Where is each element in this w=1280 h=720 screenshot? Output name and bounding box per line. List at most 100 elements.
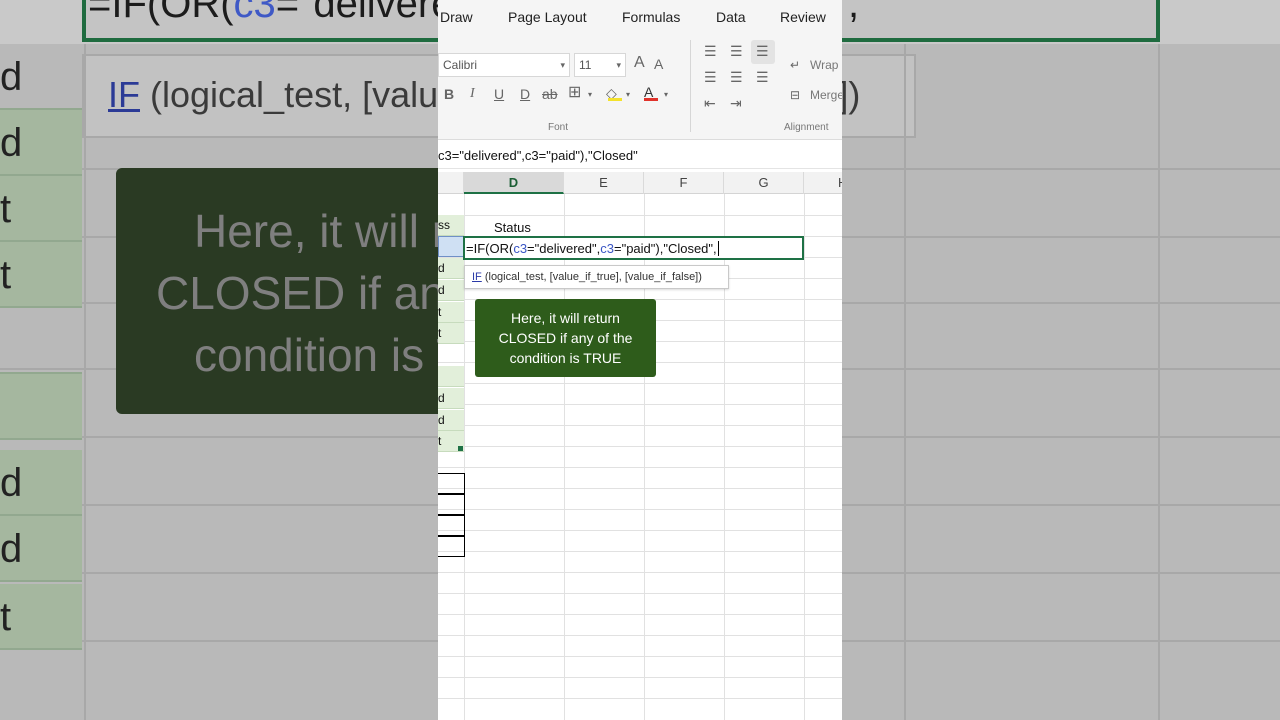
- gridline: [438, 446, 842, 447]
- decrease-indent-icon[interactable]: ⇤: [704, 94, 716, 112]
- strikethrough-button[interactable]: ab: [542, 85, 558, 103]
- gridline: [438, 530, 842, 531]
- table-cell[interactable]: ss: [438, 215, 464, 236]
- bg-cell: [0, 374, 82, 440]
- merge-icon[interactable]: ⊟: [790, 86, 800, 104]
- table-cell[interactable]: [438, 366, 464, 387]
- tab-review[interactable]: Review: [780, 9, 826, 25]
- wrap-text-label[interactable]: Wrap: [810, 56, 838, 74]
- bg-cell: d: [0, 44, 82, 110]
- bg-cell: t: [0, 242, 82, 308]
- font-name-value: Calibri: [443, 58, 478, 72]
- column-header-f[interactable]: F: [644, 172, 724, 194]
- tab-draw[interactable]: Draw: [440, 9, 473, 25]
- align-bottom-icon[interactable]: ☰: [756, 42, 769, 60]
- gridline: [438, 425, 842, 426]
- tab-page-layout[interactable]: Page Layout: [508, 9, 587, 25]
- tab-data[interactable]: Data: [716, 9, 746, 25]
- gridline: [438, 572, 842, 573]
- annotation-line: Here, it will return: [511, 310, 620, 326]
- column-header-d[interactable]: D: [464, 172, 564, 194]
- gridline: [438, 677, 842, 678]
- shrink-font-icon[interactable]: A: [654, 55, 663, 73]
- table-cell[interactable]: d: [438, 258, 464, 279]
- gridline: [438, 656, 842, 657]
- formula-bar-text[interactable]: c3="delivered",c3="paid"),"Closed": [438, 148, 638, 163]
- font-group-label: Font: [548, 122, 569, 133]
- table-cell[interactable]: [438, 344, 464, 365]
- bordered-cell[interactable]: [438, 536, 465, 557]
- chevron-down-icon[interactable]: ▾: [588, 86, 592, 104]
- font-size-value: 11: [579, 58, 592, 72]
- font-color-swatch: [644, 98, 658, 101]
- column-header-e[interactable]: E: [564, 172, 644, 194]
- ribbon-tabs: Draw Page Layout Formulas Data Review: [438, 0, 842, 36]
- align-middle-icon[interactable]: ☰: [730, 42, 743, 60]
- function-hint-link[interactable]: IF: [472, 271, 482, 283]
- font-name-select[interactable]: Calibri ▾: [438, 53, 570, 77]
- align-left-icon[interactable]: ☰: [704, 68, 717, 86]
- gridline: [438, 404, 842, 405]
- underline-button[interactable]: U: [494, 85, 504, 103]
- column-header-c[interactable]: [438, 172, 464, 194]
- bordered-cell[interactable]: [438, 515, 465, 536]
- bg-cell: t: [0, 176, 82, 242]
- table-cell[interactable]: d: [438, 410, 464, 431]
- gridline: [438, 488, 842, 489]
- align-top-icon[interactable]: ☰: [704, 42, 717, 60]
- ribbon: Draw Page Layout Formulas Data Review Ca…: [438, 0, 842, 140]
- bg-gridline: [84, 44, 86, 720]
- bordered-cell[interactable]: [438, 494, 465, 515]
- table-cell[interactable]: d: [438, 388, 464, 409]
- table-cell[interactable]: t: [438, 302, 464, 323]
- bg-cell: d: [0, 516, 82, 582]
- grow-font-icon[interactable]: A: [634, 54, 645, 72]
- gridline: [438, 551, 842, 552]
- gridline: [438, 614, 842, 615]
- gridline: [438, 215, 842, 216]
- chevron-down-icon[interactable]: ▾: [664, 86, 668, 104]
- table-cell[interactable]: d: [438, 280, 464, 301]
- function-hint-tooltip: IF (logical_test, [value_if_true], [valu…: [464, 265, 729, 289]
- chevron-down-icon[interactable]: ▾: [626, 86, 630, 104]
- bg-cell: d: [0, 110, 82, 176]
- active-cell-formula[interactable]: =IF(OR(c3="delivered",c3="paid"),"Closed…: [466, 241, 719, 256]
- double-underline-button[interactable]: D: [520, 85, 530, 103]
- font-size-select[interactable]: 11 ▾: [574, 53, 626, 77]
- gridline: [438, 467, 842, 468]
- merge-label[interactable]: Merge: [810, 86, 842, 104]
- borders-icon[interactable]: ⊞: [568, 84, 581, 102]
- wrap-text-icon[interactable]: ↵: [790, 56, 800, 74]
- gridline: [438, 698, 842, 699]
- align-right-icon[interactable]: ☰: [756, 68, 769, 86]
- bg-cell: t: [0, 584, 82, 650]
- table-cell[interactable]: t: [438, 323, 464, 344]
- column-headers: D E F G H: [438, 172, 842, 194]
- bg-gridline: [904, 44, 906, 720]
- gridline: [804, 194, 805, 720]
- increase-indent-icon[interactable]: ⇥: [730, 94, 742, 112]
- prev-column-header: ss: [438, 218, 450, 232]
- ribbon-separator: [690, 40, 691, 132]
- chevron-down-icon: ▾: [616, 60, 621, 70]
- table-cell[interactable]: [438, 236, 464, 257]
- align-center-icon[interactable]: ☰: [730, 68, 743, 86]
- formula-bar[interactable]: c3="delivered",c3="paid"),"Closed": [438, 141, 842, 169]
- bordered-cell[interactable]: [438, 473, 465, 494]
- bold-button[interactable]: B: [444, 85, 454, 103]
- gridline: [438, 635, 842, 636]
- column-header-h[interactable]: H: [804, 172, 842, 194]
- bg-cell: [0, 308, 82, 374]
- function-hint-text: IF (logical_test, [value_if_true], [valu…: [472, 271, 702, 283]
- alignment-group-label: Alignment: [784, 122, 829, 133]
- active-cell-editor[interactable]: =IF(OR(c3="delivered",c3="paid"),"Closed…: [463, 236, 804, 260]
- fill-color-swatch: [608, 98, 622, 101]
- column-header-g[interactable]: G: [724, 172, 804, 194]
- tab-formulas[interactable]: Formulas: [622, 9, 680, 25]
- bg-column: d d t t d d t: [0, 44, 84, 720]
- gridline: [438, 509, 842, 510]
- italic-button[interactable]: I: [470, 85, 475, 103]
- gridline: [438, 383, 842, 384]
- fill-handle[interactable]: [458, 446, 463, 451]
- bg-gridline: [1158, 44, 1160, 720]
